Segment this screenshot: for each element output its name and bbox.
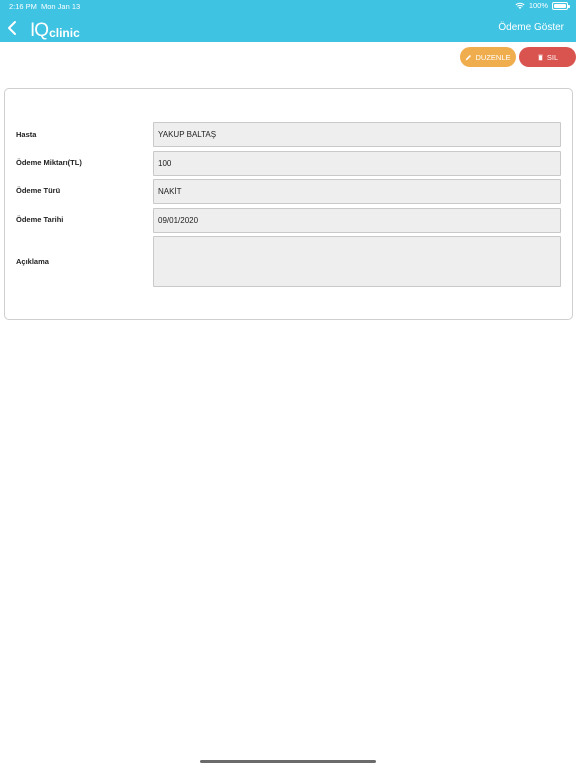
pencil-icon <box>466 54 472 60</box>
payment-type-field[interactable]: NAKİT <box>153 179 561 204</box>
status-time: 2:16 PM <box>9 2 37 11</box>
status-date: Mon Jan 13 <box>41 2 81 11</box>
note-field[interactable] <box>153 236 561 287</box>
delete-button[interactable]: SIL <box>519 47 576 67</box>
patient-field[interactable]: YAKUP BALTAŞ <box>153 122 561 147</box>
page-title: Ödeme Göster <box>498 22 564 33</box>
edit-button-label: DUZENLE <box>475 52 511 62</box>
delete-button-label: SIL <box>546 52 559 62</box>
patient-label: Hasta <box>16 130 37 139</box>
chevron-left-icon <box>8 21 16 35</box>
battery-icon <box>552 1 570 10</box>
note-label: Açıklama <box>16 257 49 266</box>
trash-icon <box>538 54 543 60</box>
app-screen: 2:16 PM Mon Jan 13 100% IQ clinic Ödeme … <box>0 0 576 768</box>
payment-detail-card: Hasta YAKUP BALTAŞ Ödeme Miktarı(TL) 100… <box>4 88 573 320</box>
logo-text: clinic <box>49 26 80 40</box>
app-logo: IQ clinic <box>30 18 80 40</box>
home-indicator <box>200 760 376 763</box>
back-button[interactable] <box>5 20 19 36</box>
logo-mark: IQ <box>30 20 49 41</box>
payment-date-label: Ödeme Tarihi <box>16 215 64 224</box>
payment-date-field[interactable]: 09/01/2020 <box>153 208 561 233</box>
battery-percent: 100% <box>528 1 548 10</box>
amount-label: Ödeme Miktarı(TL) <box>16 158 82 167</box>
payment-type-label: Ödeme Türü <box>16 186 61 195</box>
header-bar: 2:16 PM Mon Jan 13 100% IQ clinic Ödeme … <box>0 0 576 42</box>
edit-button[interactable]: DUZENLE <box>460 47 516 67</box>
wifi-icon <box>515 2 525 9</box>
status-indicators: 100% <box>515 1 570 10</box>
amount-field[interactable]: 100 <box>153 151 561 176</box>
